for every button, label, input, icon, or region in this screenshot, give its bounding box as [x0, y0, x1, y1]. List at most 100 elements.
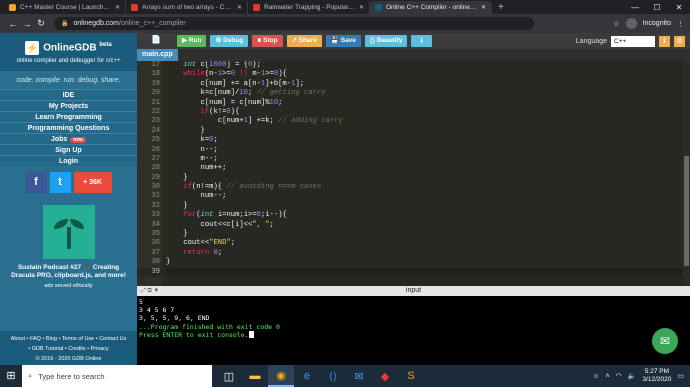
- close-icon[interactable]: ✕: [481, 4, 486, 11]
- browser-tab[interactable]: C++ Master Course | Launchpad ✕: [4, 1, 126, 14]
- vscode-icon[interactable]: ⟨⟩: [320, 365, 346, 387]
- chrome-icon[interactable]: ◉: [268, 365, 294, 387]
- code-editor[interactable]: 17 18 19 20 21 22 23 24 25 26 27 28 29 30 31 32 33 34 35 36…: [137, 61, 690, 286]
- stop-button[interactable]: ■ Stop: [252, 35, 283, 47]
- info-icon[interactable]: ℹ: [659, 35, 670, 47]
- chat-icon[interactable]: ✉: [652, 328, 678, 354]
- brand-header[interactable]: ⚡ OnlineGDB beta online compiler and deb…: [0, 33, 137, 71]
- footer-links[interactable]: • GDB Tutorial • Credits • Privacy: [0, 344, 137, 354]
- scrollbar-thumb[interactable]: [684, 156, 689, 266]
- sidebar-item-programming-questions[interactable]: Programming Questions: [0, 122, 137, 133]
- chevron-up-icon[interactable]: ˄: [606, 373, 610, 380]
- sublime-icon[interactable]: S: [398, 365, 424, 387]
- gear-icon[interactable]: ⚙: [674, 35, 685, 47]
- code-content[interactable]: int c[1000] = {0}; while(n-1>=0 || m-1>=…: [166, 61, 682, 277]
- save-button[interactable]: 💾 Save: [325, 35, 361, 47]
- panel-icons[interactable]: ⤢ ⧉ ▼: [141, 286, 159, 296]
- sidebar-item-my-projects[interactable]: My Projects: [0, 100, 137, 111]
- code-line: }: [166, 173, 188, 182]
- social-buttons: f t + 36K: [0, 172, 137, 193]
- maximize-icon[interactable]: ☐: [646, 1, 668, 14]
- beautify-button[interactable]: {} Beautify: [364, 35, 408, 47]
- url-input[interactable]: 🔒 onlinegdb.com/online_c++_compiler: [54, 17, 534, 30]
- sidebar-item-learn-programming[interactable]: Learn Programming: [0, 111, 137, 122]
- profile-area: ☆ Incognito ⋮: [613, 18, 684, 29]
- editor-scrollbar[interactable]: [683, 61, 690, 286]
- star-icon[interactable]: ☆: [613, 20, 619, 28]
- share-count-button[interactable]: + 36K: [73, 172, 112, 193]
- wifi-icon[interactable]: ◠: [616, 372, 622, 380]
- download-button[interactable]: ⭳: [411, 35, 432, 47]
- footer-links[interactable]: About • FAQ • Blog • Terms of Use • Cont…: [0, 334, 137, 344]
- notification-icon[interactable]: ▭: [677, 372, 684, 380]
- windows-start-icon[interactable]: ⊞: [0, 365, 22, 387]
- code-line: for(int i=num;i>=0;i--){: [183, 211, 287, 220]
- people-icon[interactable]: ☺: [592, 373, 599, 380]
- window-controls: — ☐ ✕: [624, 1, 690, 14]
- ads-note[interactable]: ads served ethically: [0, 283, 137, 289]
- sidebar-item-jobs[interactable]: Jobs new: [0, 133, 137, 144]
- close-icon[interactable]: ✕: [115, 4, 120, 11]
- favicon-icon: [131, 4, 138, 11]
- task-view-icon[interactable]: ◫: [216, 365, 242, 387]
- code-line: }: [166, 258, 171, 267]
- line-number: 28: [151, 164, 160, 173]
- code-line: m--;: [166, 154, 218, 163]
- line-number: 30: [151, 183, 160, 192]
- app-icon[interactable]: ◆: [372, 365, 398, 387]
- close-window-icon[interactable]: ✕: [668, 1, 690, 14]
- line-number: 22: [151, 107, 160, 116]
- menu-dots-icon[interactable]: ⋮: [677, 20, 684, 28]
- browser-tab[interactable]: Rainwater Trapping - Popular Int ✕: [248, 1, 370, 14]
- reload-icon[interactable]: ↻: [34, 18, 48, 29]
- clock[interactable]: 5:27 PM 3/12/2020: [642, 368, 671, 384]
- sidebar-item-login[interactable]: Login: [0, 155, 137, 166]
- sidebar-footer: About • FAQ • Blog • Terms of Use • Cont…: [0, 331, 137, 365]
- minimize-icon[interactable]: —: [624, 1, 646, 14]
- code-line: if(n!=m){ // avoiding n==m cases: [183, 183, 322, 192]
- debug-button[interactable]: ⚙ Debug: [210, 35, 249, 47]
- close-icon[interactable]: ✕: [237, 4, 242, 11]
- language-select[interactable]: C++: [611, 35, 655, 47]
- run-button[interactable]: ▶ Run: [177, 35, 207, 47]
- console-line: 3, 5, 5, 9, 6, END: [139, 314, 210, 323]
- browser-tab-active[interactable]: Online C++ Compiler - online edit ✕: [370, 1, 492, 14]
- twitter-icon[interactable]: t: [49, 172, 71, 193]
- back-icon[interactable]: ←: [6, 19, 20, 29]
- volume-icon[interactable]: 🔈: [628, 372, 637, 380]
- io-panel-header[interactable]: ⤢ ⧉ ▼ input: [137, 286, 690, 296]
- line-number: 33: [151, 211, 160, 220]
- sidebar: ⚡ OnlineGDB beta online compiler and deb…: [0, 33, 137, 365]
- edge-icon[interactable]: e: [294, 365, 320, 387]
- new-tab-button[interactable]: +: [492, 1, 510, 14]
- input-tab[interactable]: input: [406, 287, 421, 294]
- console-line: ...Program finished with exit code 0: [139, 322, 280, 331]
- browser-tab[interactable]: Arrays sum of two arrays - Coding ✕: [126, 1, 248, 14]
- code-line: c[num+1] +=k; // adding carry: [166, 117, 343, 126]
- code-line: k=c[num]/10; // getting carry: [166, 89, 326, 98]
- line-number: 20: [151, 89, 160, 98]
- podcast-ad-text[interactable]: Sustain Podcast #27 🎧 Creating Dracula P…: [0, 264, 137, 280]
- podcast-ad-image[interactable]: [42, 205, 95, 259]
- tagline: code. compile. run. debug. share.: [16, 77, 121, 84]
- close-icon[interactable]: ✕: [359, 4, 364, 11]
- forward-icon[interactable]: →: [20, 19, 34, 29]
- lock-icon: 🔒: [61, 21, 69, 27]
- sidebar-item-ide[interactable]: IDE: [0, 89, 137, 100]
- mail-icon[interactable]: ✉: [346, 365, 372, 387]
- code-line: k=0;: [166, 136, 218, 145]
- line-number: 31: [151, 192, 160, 201]
- console-output[interactable]: 5 3 4 5 6 7 3, 5, 5, 9, 6, END ...Progra…: [137, 296, 690, 365]
- file-explorer-icon[interactable]: ▬: [242, 365, 268, 387]
- taskbar-apps: ◫ ▬ ◉ e ⟨⟩ ✉ ◆ S: [216, 365, 424, 387]
- code-line: }: [166, 201, 188, 210]
- incognito-icon[interactable]: [625, 18, 637, 29]
- taskbar-search[interactable]: ⌕ Type here to search: [22, 365, 212, 387]
- facebook-icon[interactable]: f: [25, 172, 47, 193]
- share-button[interactable]: ↗ Share: [286, 35, 322, 47]
- sidebar-item-sign-up[interactable]: Sign Up: [0, 144, 137, 155]
- line-number: 35: [151, 230, 160, 239]
- favicon-icon: [375, 4, 382, 11]
- new-file-icon[interactable]: 📄: [151, 35, 161, 44]
- tab-main-cpp[interactable]: main.cpp: [137, 49, 178, 61]
